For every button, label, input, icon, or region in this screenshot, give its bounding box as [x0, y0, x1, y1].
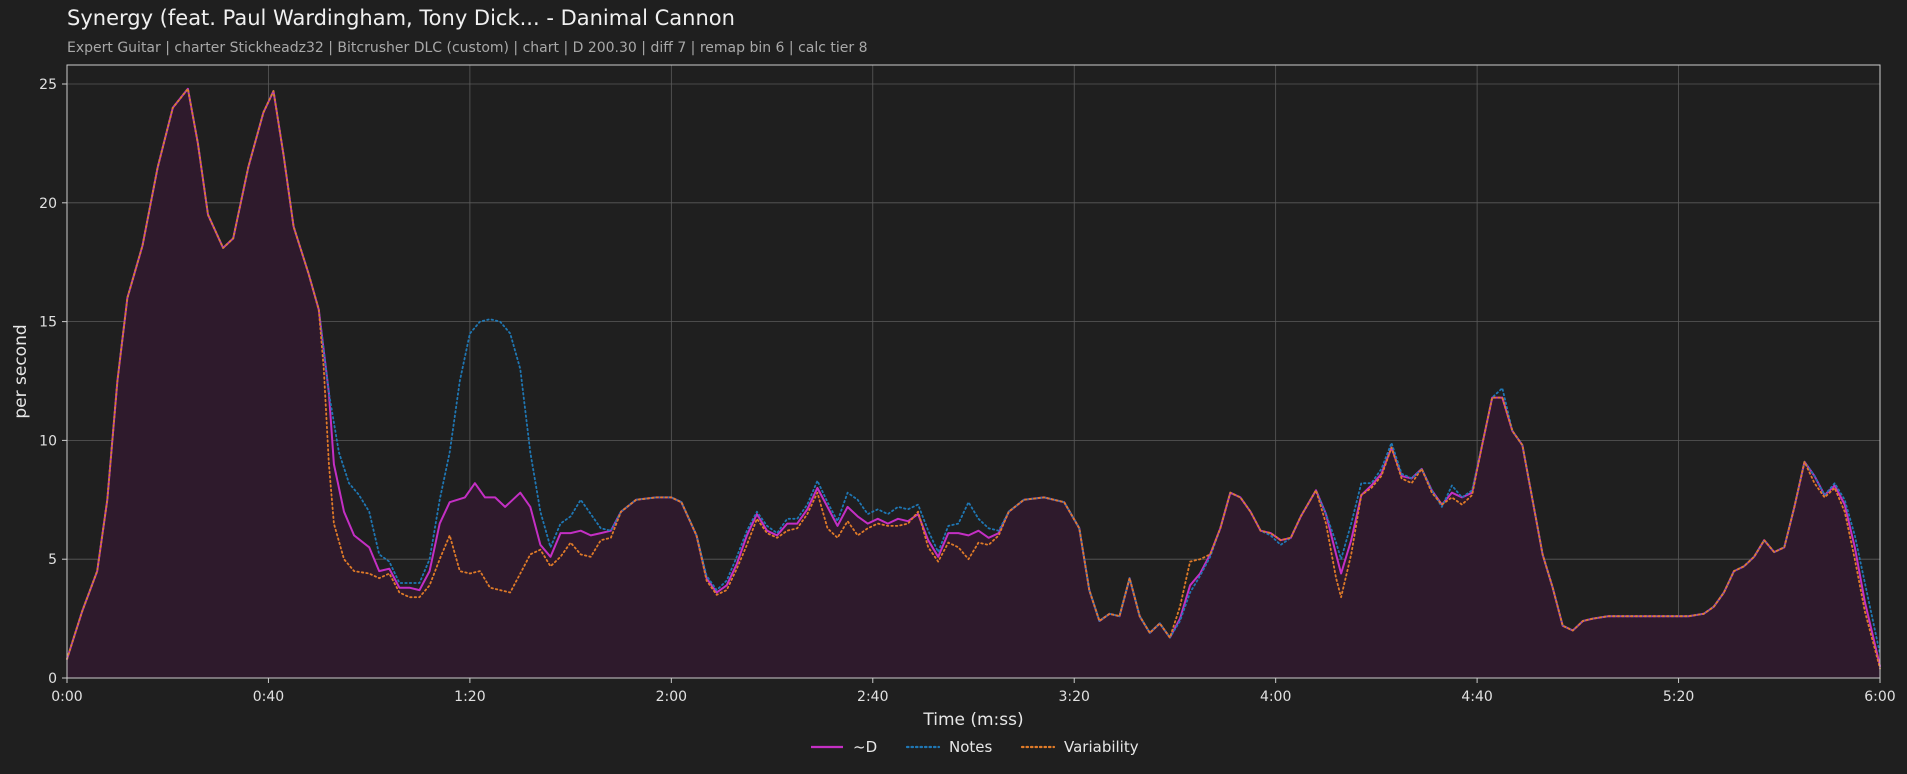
- line-chart: 0:00 0:40 1:20 2:00 2:40 3:20 4:00 4:40 5:20 6:00…: [11, 64, 1896, 756]
- legend-label: Notes: [949, 738, 993, 756]
- legend-label: Variability: [1064, 738, 1139, 756]
- series-area-fill: [67, 88, 1880, 679]
- x-axis-ticks: 0:00 0:40 1:20 2:00 2:40 3:20 4:00 4:40 5:20 6:00: [51, 678, 1896, 705]
- x-tick-label: 0:40: [253, 689, 284, 705]
- x-tick-label: 4:00: [1260, 689, 1291, 705]
- x-tick-label: 4:40: [1461, 689, 1492, 705]
- y-tick-label: 25: [39, 77, 57, 93]
- x-tick-label: 2:40: [857, 689, 888, 705]
- x-axis-label: Time (m:ss): [922, 710, 1023, 730]
- y-tick-label: 10: [39, 433, 57, 449]
- x-tick-label: 5:20: [1663, 689, 1694, 705]
- y-tick-label: 20: [39, 196, 57, 212]
- x-tick-label: 3:20: [1058, 689, 1089, 705]
- y-tick-label: 15: [39, 315, 57, 331]
- y-axis-label: per second: [11, 324, 31, 418]
- x-tick-label: 0:00: [51, 689, 82, 705]
- y-tick-label: 5: [48, 552, 57, 568]
- legend: ~D Notes Variability: [811, 738, 1139, 756]
- area-fills: [67, 88, 1880, 679]
- y-tick-label: 0: [48, 671, 57, 687]
- x-tick-label: 6:00: [1864, 689, 1895, 705]
- y-axis-ticks: 0 5 10 15 20 25: [39, 77, 67, 687]
- x-tick-label: 2:00: [656, 689, 687, 705]
- legend-label: ~D: [853, 738, 877, 756]
- x-tick-label: 1:20: [454, 689, 485, 705]
